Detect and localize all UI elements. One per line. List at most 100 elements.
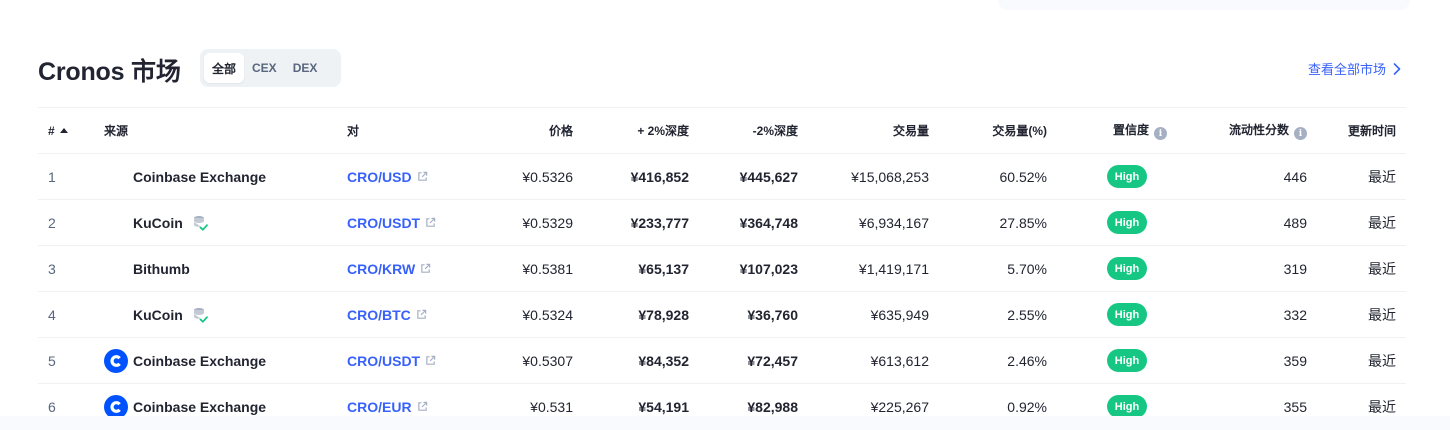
price-cell: ¥0.5381 <box>522 260 573 277</box>
pair-label: CRO/KRW <box>347 260 416 277</box>
exchange-name[interactable]: Coinbase Exchange <box>133 169 266 185</box>
coinbase-logo-icon <box>104 348 133 373</box>
exchange-name[interactable]: Coinbase Exchange <box>133 353 266 369</box>
pair-link[interactable]: CRO/USDT <box>347 215 436 231</box>
depth-plus-cell: ¥78,928 <box>638 306 689 323</box>
view-all-markets-link[interactable]: 查看全部市场 <box>1308 59 1402 78</box>
external-link-icon <box>417 169 428 185</box>
pair-link[interactable]: CRO/KRW <box>347 261 431 277</box>
page-title: Cronos 市场 <box>38 58 181 86</box>
table-row[interactable]: 4 KuCoin CRO/BTC ¥0.5324 ¥78,928 ¥36,760 ¥635,… <box>38 292 1406 338</box>
verified-reserves-icon[interactable] <box>192 306 208 324</box>
col-header-volume-pct[interactable]: 交易量(%) <box>929 108 1047 154</box>
markets-header: Cronos 市场 全部 CEX DEX 查看全部市场 <box>38 48 1406 88</box>
volume-cell: ¥6,934,167 <box>858 214 929 231</box>
volume-pct-cell: 60.52% <box>999 168 1047 185</box>
exchange-logo-placeholder <box>104 211 133 235</box>
price-cell: ¥0.5324 <box>522 306 573 323</box>
liquidity-cell: 332 <box>1283 306 1307 323</box>
confidence-cell: High <box>1047 292 1167 338</box>
depth-minus-cell: ¥36,760 <box>747 306 798 323</box>
exchange-name[interactable]: Coinbase Exchange <box>133 399 266 415</box>
col-header-depth-plus[interactable]: + 2%深度 <box>573 108 689 154</box>
pair-cell: CRO/USD <box>347 154 460 200</box>
col-header-depth-minus[interactable]: -2%深度 <box>689 108 798 154</box>
confidence-cell: High <box>1047 200 1167 246</box>
exchange-cell[interactable]: Coinbase Exchange <box>104 154 347 200</box>
row-rank: 1 <box>48 168 56 185</box>
verified-reserves-icon[interactable] <box>192 214 208 232</box>
table-row[interactable]: 1 Coinbase Exchange CRO/USD ¥0.5326 ¥416,852… <box>38 154 1406 200</box>
sort-up-icon <box>59 127 68 133</box>
table-row[interactable]: 2 KuCoin CRO/USDT ¥0.5329 ¥233,777 ¥364,748 ¥6… <box>38 200 1406 246</box>
liquidity-cell: 446 <box>1283 168 1307 185</box>
depth-minus-cell: ¥72,457 <box>747 352 798 369</box>
chevron-right-icon <box>1393 62 1401 75</box>
volume-cell: ¥635,949 <box>870 306 929 323</box>
col-header-liquidity[interactable]: 流动性分数 i <box>1167 108 1307 154</box>
depth-minus-cell: ¥445,627 <box>739 168 798 185</box>
updated-cell: 最近 <box>1368 260 1396 277</box>
filter-tab-dex[interactable]: DEX <box>285 53 326 83</box>
info-icon[interactable]: i <box>1294 127 1307 141</box>
pair-label: CRO/BTC <box>347 306 411 323</box>
pair-label: CRO/EUR <box>347 398 412 415</box>
pair-link[interactable]: CRO/USD <box>347 169 428 185</box>
col-header-confidence[interactable]: 置信度 i <box>1047 108 1167 154</box>
col-header-pair[interactable]: 对 <box>347 108 460 154</box>
updated-cell: 最近 <box>1368 306 1396 323</box>
col-header-updated[interactable]: 更新时间 <box>1307 108 1406 154</box>
confidence-badge: High <box>1107 165 1147 188</box>
exchange-cell[interactable]: Bithumb <box>104 246 347 292</box>
exchange-name[interactable]: KuCoin <box>133 307 183 323</box>
volume-pct-cell: 2.46% <box>1007 352 1047 369</box>
filter-tab-cex[interactable]: CEX <box>244 53 285 83</box>
bottom-edge <box>0 416 1450 430</box>
price-cell: ¥0.5329 <box>522 214 573 231</box>
depth-minus-cell: ¥364,748 <box>739 214 798 231</box>
col-header-num[interactable]: # <box>38 108 104 154</box>
pair-link[interactable]: CRO/BTC <box>347 307 427 323</box>
exchange-logo-placeholder <box>104 165 133 189</box>
view-all-label: 查看全部市场 <box>1307 62 1386 77</box>
depth-plus-cell: ¥65,137 <box>638 260 689 277</box>
table-row[interactable]: 5 Coinbase Exchange CRO/USDT ¥0.5307 ¥84,352… <box>38 338 1406 384</box>
confidence-cell: High <box>1047 338 1167 384</box>
confidence-badge: High <box>1107 349 1147 372</box>
external-link-icon <box>417 399 428 415</box>
confidence-cell: High <box>1047 246 1167 292</box>
exchange-cell[interactable]: Coinbase Exchange <box>104 338 347 384</box>
updated-cell: 最近 <box>1368 214 1396 231</box>
exchange-logo-placeholder <box>104 303 133 327</box>
row-rank: 4 <box>48 306 56 323</box>
coinbase-logo-icon <box>104 394 133 419</box>
depth-minus-cell: ¥107,023 <box>739 260 798 277</box>
volume-cell: ¥15,068,253 <box>851 168 929 185</box>
table-row[interactable]: 3 Bithumb CRO/KRW ¥0.5381 ¥65,137 ¥107,023 ¥1,… <box>38 246 1406 292</box>
confidence-badge: High <box>1107 257 1147 280</box>
confidence-badge: High <box>1107 211 1147 234</box>
confidence-cell: High <box>1047 154 1167 200</box>
exchange-cell[interactable]: KuCoin <box>104 292 347 338</box>
pair-link[interactable]: CRO/EUR <box>347 399 428 415</box>
price-cell: ¥0.5307 <box>522 352 573 369</box>
filter-tab-all[interactable]: 全部 <box>204 53 245 83</box>
depth-plus-cell: ¥233,777 <box>630 214 689 231</box>
exchange-cell[interactable]: KuCoin <box>104 200 347 246</box>
pair-cell: CRO/KRW <box>347 246 460 292</box>
col-header-price[interactable]: 价格 <box>460 108 573 154</box>
confidence-badge: High <box>1107 395 1147 418</box>
exchange-name[interactable]: Bithumb <box>133 261 190 277</box>
col-header-source[interactable]: 来源 <box>104 108 347 154</box>
col-header-volume[interactable]: 交易量 <box>798 108 929 154</box>
markets-table: # 来源 对 价格 + 2%深度 -2%深度 交易量 交易量(%) 置信度 i 流… <box>38 107 1406 430</box>
pair-cell: CRO/BTC <box>347 292 460 338</box>
search-bar-edge <box>998 0 1410 10</box>
info-icon[interactable]: i <box>1154 127 1167 141</box>
volume-cell: ¥613,612 <box>870 352 929 369</box>
price-cell: ¥0.5326 <box>522 168 573 185</box>
liquidity-cell: 319 <box>1283 260 1307 277</box>
depth-plus-cell: ¥416,852 <box>630 168 689 185</box>
pair-link[interactable]: CRO/USDT <box>347 353 436 369</box>
exchange-name[interactable]: KuCoin <box>133 215 183 231</box>
